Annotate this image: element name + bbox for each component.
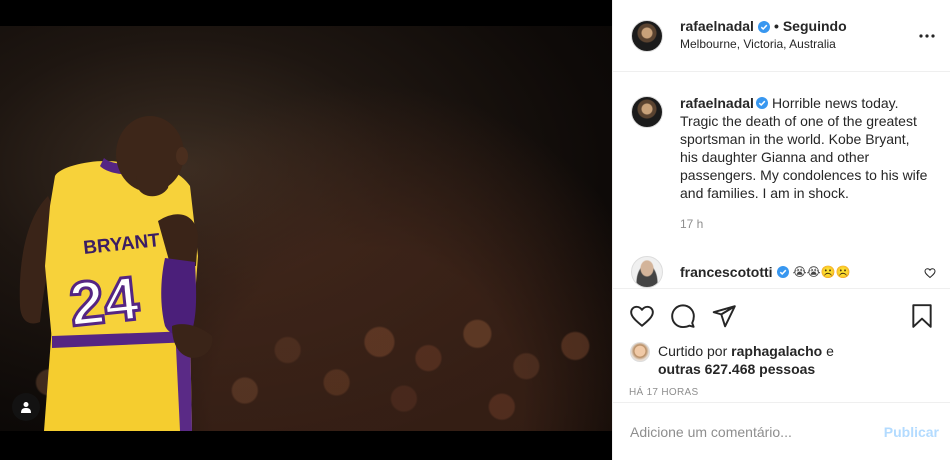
commenter-avatar[interactable] — [631, 256, 663, 288]
likes-prefix: Curtido por — [658, 343, 728, 359]
liker-username[interactable]: raphagalacho — [731, 343, 822, 359]
caption-body: rafaelnadal Horrible news today. Tragic t… — [680, 94, 930, 231]
like-comment-heart-icon[interactable] — [924, 266, 936, 279]
comment-bubble-icon[interactable] — [670, 303, 696, 329]
post-details-panel: rafaelnadal • Seguindo Melbourne, Victor… — [612, 0, 950, 460]
like-heart-icon[interactable] — [629, 303, 655, 329]
following-button[interactable]: Seguindo — [783, 18, 847, 35]
caption-username[interactable]: rafaelnadal — [680, 95, 754, 111]
comment-item: francescototti 😭😭☹️☹️ — [631, 256, 936, 288]
caption-text: rafaelnadal Horrible news today. Tragic t… — [680, 94, 930, 202]
liker-avatar[interactable] — [630, 342, 650, 362]
post-header: rafaelnadal • Seguindo Melbourne, Victor… — [613, 0, 950, 72]
author-username[interactable]: rafaelnadal — [680, 18, 754, 35]
likes-conjunction: e — [826, 343, 834, 359]
action-icons — [629, 301, 935, 331]
comment-text: francescototti 😭😭☹️☹️ — [680, 264, 851, 280]
author-avatar[interactable] — [631, 19, 663, 52]
header-text: rafaelnadal • Seguindo Melbourne, Victor… — [680, 18, 847, 53]
verified-badge-icon — [757, 20, 770, 33]
comment-emoji: 😭😭☹️☹️ — [792, 265, 851, 279]
add-comment-bar: Publicar — [613, 402, 950, 460]
caption-timestamp[interactable]: 17 h — [680, 217, 930, 231]
more-options-icon[interactable] — [918, 27, 936, 45]
likes-count-link[interactable]: outras 627.468 pessoas — [658, 361, 815, 377]
verified-badge-icon — [776, 266, 789, 278]
publish-button[interactable]: Publicar — [884, 424, 939, 440]
share-paper-plane-icon[interactable] — [711, 303, 737, 329]
user-tag-icon[interactable] — [12, 393, 40, 421]
post-media[interactable]: BRYANT 24 — [0, 0, 612, 460]
verified-badge-icon — [755, 97, 768, 109]
player-illustration: BRYANT 24 — [19, 116, 213, 431]
separator-dot: • — [773, 18, 779, 34]
caption: rafaelnadal Horrible news today. Tragic t… — [631, 94, 934, 231]
header-line: rafaelnadal • Seguindo — [680, 18, 847, 35]
likes-text: Curtido por raphagalacho e outras 627.46… — [658, 342, 834, 378]
jersey-number: 24 — [66, 264, 142, 340]
post-photo[interactable]: BRYANT 24 — [0, 26, 612, 431]
save-bookmark-icon[interactable] — [909, 303, 935, 329]
likes-summary: Curtido por raphagalacho e outras 627.46… — [629, 342, 935, 378]
post-actions: Curtido por raphagalacho e outras 627.46… — [613, 288, 950, 398]
comment-input[interactable] — [630, 421, 884, 442]
location-link[interactable]: Melbourne, Victoria, Australia — [680, 36, 847, 53]
commenter-username[interactable]: francescototti — [680, 264, 773, 280]
post-time-ago[interactable]: HÁ 17 HORAS — [629, 387, 935, 398]
person-icon — [21, 402, 31, 413]
caption-author-avatar[interactable] — [631, 96, 663, 128]
